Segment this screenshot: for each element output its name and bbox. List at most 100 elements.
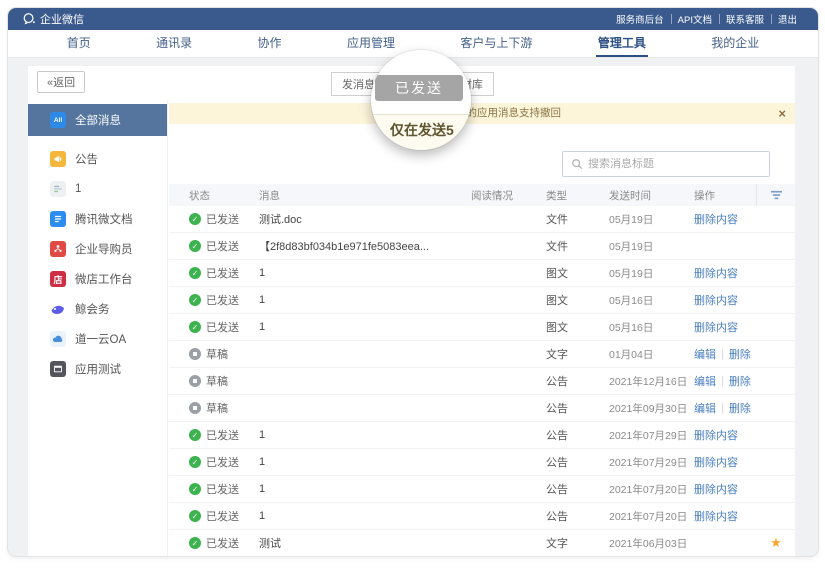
- table-row: 已发送1图文05月19日删除内容: [169, 260, 795, 287]
- delete-content-link[interactable]: 删除内容: [694, 508, 738, 524]
- sidebar-item-label: 腾讯微文档: [75, 211, 133, 227]
- nav-item[interactable]: 客户与上下游: [458, 30, 534, 57]
- message-cell: 1: [259, 267, 471, 279]
- topbar-link[interactable]: 服务商后台: [609, 12, 671, 26]
- delete-content-link[interactable]: 删除内容: [694, 319, 738, 335]
- sent-check-icon: [189, 213, 201, 225]
- sidebar-item-企业导购员[interactable]: 企业导购员: [28, 234, 167, 264]
- org-icon: [50, 241, 66, 257]
- date-cell: 05月19日: [609, 212, 694, 227]
- table-row: 已发送1公告2021年07月29日删除内容: [169, 422, 795, 449]
- back-button[interactable]: «返回: [37, 71, 85, 93]
- nav-item[interactable]: 管理工具: [596, 30, 648, 57]
- delete-link[interactable]: 删除: [729, 373, 751, 389]
- message-cell: 1: [259, 456, 471, 468]
- delete-content-link[interactable]: 删除内容: [694, 427, 738, 443]
- topbar-link[interactable]: 退出: [771, 12, 804, 26]
- date-cell: 05月19日: [609, 266, 694, 281]
- status-label: 已发送: [206, 535, 239, 551]
- delete-content-link[interactable]: 删除内容: [694, 454, 738, 470]
- star-icon[interactable]: ★: [756, 535, 795, 551]
- draft-icon: [189, 402, 201, 414]
- status-label: 已发送: [206, 427, 239, 443]
- sidebar-item-全部消息[interactable]: All 全部消息: [28, 104, 167, 136]
- sidebar-item-label: 全部消息: [75, 112, 121, 128]
- search-box: [562, 151, 770, 177]
- wework-logo[interactable]: 企业微信: [22, 11, 84, 27]
- delete-link[interactable]: 删除: [729, 400, 751, 416]
- table-header: 状态消息阅读情况类型发送时间操作: [169, 184, 795, 206]
- nav-item[interactable]: 通讯录: [154, 30, 194, 57]
- notice-text: 内的应用消息支持撤回: [456, 103, 561, 124]
- date-cell: 2021年07月20日: [609, 482, 694, 497]
- sidebar-item-label: 企业导购员: [75, 241, 133, 257]
- type-cell: 文件: [546, 238, 609, 254]
- window-icon: [50, 361, 66, 377]
- status-cell: 已发送: [189, 319, 259, 335]
- megaphone-icon: [50, 151, 66, 167]
- edit-link[interactable]: 编辑: [694, 400, 716, 416]
- actions-cell: 编辑 | 删除: [694, 373, 756, 389]
- nav-item[interactable]: 协作: [256, 30, 284, 57]
- sidebar-item-应用测试[interactable]: 应用测试: [28, 354, 167, 384]
- sidebar-item-公告[interactable]: 公告: [28, 144, 167, 174]
- edit-link[interactable]: 编辑: [694, 373, 716, 389]
- message-cell: 1: [259, 483, 471, 495]
- delete-content-link[interactable]: 删除内容: [694, 292, 738, 308]
- table-row: 已发送1图文05月16日删除内容: [169, 314, 795, 341]
- whale-icon: [50, 301, 66, 317]
- sent-check-icon: [189, 240, 201, 252]
- sidebar-item-1[interactable]: 1: [28, 174, 167, 204]
- sidebar-item-微店工作台[interactable]: 店微店工作台: [28, 264, 167, 294]
- nav-item[interactable]: 应用管理: [345, 30, 397, 57]
- type-cell: 文字: [546, 535, 609, 551]
- all-icon: All: [50, 112, 66, 128]
- top-bar: 企业微信 服务商后台API文档联系客服退出: [8, 8, 818, 30]
- date-cell: 2021年06月03日: [609, 536, 694, 551]
- edit-link[interactable]: 编辑: [694, 346, 716, 362]
- topbar-link[interactable]: API文档: [671, 12, 719, 26]
- sidebar-item-腾讯微文档[interactable]: 腾讯微文档: [28, 204, 167, 234]
- type-cell: 公告: [546, 400, 609, 416]
- type-cell: 文件: [546, 211, 609, 227]
- status-label: 草稿: [206, 346, 228, 362]
- filter-funnel-icon[interactable]: [770, 190, 783, 201]
- type-cell: 文字: [546, 346, 609, 362]
- sent-check-icon: [189, 294, 201, 306]
- document-icon: [50, 211, 66, 227]
- nav-item[interactable]: 首页: [65, 30, 93, 57]
- date-cell: 2021年07月20日: [609, 509, 694, 524]
- status-cell: 已发送: [189, 292, 259, 308]
- message-cell: 测试: [259, 535, 471, 551]
- column-header: 类型: [546, 188, 609, 203]
- action-separator: |: [721, 348, 724, 360]
- message-cell: 1: [259, 321, 471, 333]
- close-icon[interactable]: ×: [778, 103, 786, 124]
- date-cell: 05月16日: [609, 293, 694, 308]
- sent-check-icon: [189, 456, 201, 468]
- status-label: 已发送: [206, 319, 239, 335]
- type-cell: 公告: [546, 454, 609, 470]
- sent-check-icon: [189, 267, 201, 279]
- column-header: 操作: [694, 188, 756, 203]
- status-label: 已发送: [206, 508, 239, 524]
- search-input[interactable]: [588, 158, 761, 170]
- sent-check-icon: [189, 429, 201, 441]
- sidebar-item-道一云OA[interactable]: 道一云OA: [28, 324, 167, 354]
- actions-cell: 删除内容: [694, 508, 756, 524]
- nav-item[interactable]: 我的企业: [709, 30, 761, 57]
- action-separator: |: [721, 375, 724, 387]
- date-cell: 2021年12月16日: [609, 374, 694, 389]
- column-header: 消息: [259, 188, 471, 203]
- topbar-link[interactable]: 联系客服: [719, 12, 771, 26]
- sidebar-item-鲸会务[interactable]: 鲸会务: [28, 294, 167, 324]
- type-cell: 公告: [546, 373, 609, 389]
- delete-content-link[interactable]: 删除内容: [694, 265, 738, 281]
- filter-cell[interactable]: [756, 184, 796, 206]
- delete-content-link[interactable]: 删除内容: [694, 211, 738, 227]
- delete-link[interactable]: 删除: [729, 346, 751, 362]
- delete-content-link[interactable]: 删除内容: [694, 481, 738, 497]
- table-row: 草稿公告2021年12月16日编辑|删除: [169, 368, 795, 395]
- date-cell: 01月04日: [609, 347, 694, 362]
- message-cell: 1: [259, 429, 471, 441]
